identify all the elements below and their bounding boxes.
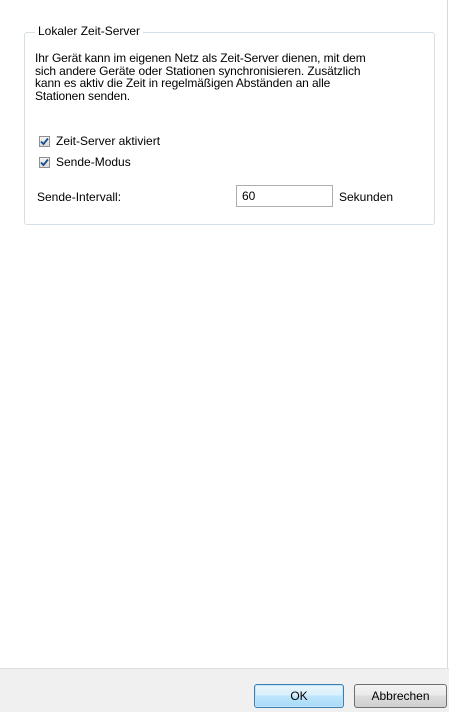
send-mode-checkbox-row[interactable]: Sende-Modus (39, 155, 131, 169)
checkmark-icon (40, 137, 49, 145)
ok-button[interactable]: OK (254, 684, 344, 708)
send-interval-label: Sende-Intervall: (37, 190, 122, 204)
description-line: Ihr Gerät kann im eigenen Netz als Zeit-… (35, 51, 366, 65)
time-server-enabled-label: Zeit-Server aktiviert (56, 134, 161, 148)
description-line: kann es aktiv die Zeit in regelmäßigen A… (35, 76, 331, 90)
cancel-button[interactable]: Abbrechen (354, 684, 447, 708)
send-mode-checkbox[interactable] (39, 156, 50, 168)
time-server-description: Ihr Gerät kann im eigenen Netz als Zeit-… (35, 52, 415, 102)
send-interval-input[interactable] (236, 185, 333, 207)
time-server-enabled-checkbox[interactable] (39, 135, 50, 147)
time-server-enabled-checkbox-row[interactable]: Zeit-Server aktiviert (39, 134, 160, 148)
checkmark-icon (40, 158, 49, 166)
description-line: Stationen senden. (35, 88, 131, 103)
send-mode-label: Sende-Modus (56, 155, 131, 169)
settings-panel: Lokaler Zeit-Server Ihr Gerät kann im ei… (0, 0, 448, 668)
send-interval-unit: Sekunden (339, 190, 394, 204)
groupbox-title: Lokaler Zeit-Server (35, 24, 144, 38)
